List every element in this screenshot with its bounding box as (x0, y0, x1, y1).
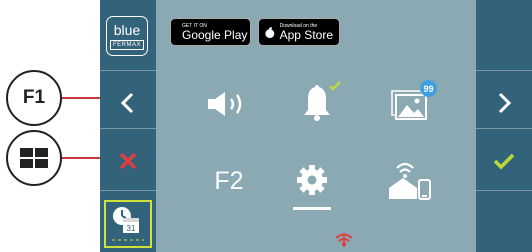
chevron-left-icon (120, 92, 134, 114)
chevron-right-icon (498, 92, 512, 114)
wifi-icon (335, 233, 353, 247)
volume-button[interactable] (203, 86, 253, 122)
google-play-badge[interactable]: GET IT ON Google Play (170, 18, 251, 46)
left-sidebar: blue FERMAX 31 (100, 0, 156, 252)
gear-icon (297, 165, 327, 195)
close-icon (119, 152, 137, 170)
calendar-day: 31 (127, 224, 136, 233)
divider (100, 128, 156, 129)
apple-icon (265, 26, 275, 38)
monitor-screen: blue FERMAX 31 GET IT ON Google Play Dow… (100, 0, 532, 252)
f1-physical-button[interactable]: F1 (6, 70, 62, 126)
bell-icon (304, 81, 341, 121)
cancel-button[interactable] (100, 136, 156, 186)
previous-button[interactable] (100, 78, 156, 128)
smart-home-icon (389, 162, 431, 200)
fermax-blue-logo: blue FERMAX (106, 16, 148, 56)
right-sidebar (476, 0, 532, 252)
confirm-button[interactable] (476, 136, 532, 186)
next-button[interactable] (476, 78, 532, 128)
wifi-status (334, 232, 354, 248)
divider (100, 190, 156, 191)
check-icon (493, 153, 515, 170)
speaker-icon (208, 92, 242, 116)
app-store-badge[interactable]: Download on the App Store (258, 18, 340, 46)
bell-check-mark (329, 81, 341, 91)
divider (476, 190, 532, 191)
settings-button[interactable] (296, 162, 328, 198)
divider (476, 128, 532, 129)
agenda-button[interactable]: 31 (104, 200, 152, 248)
divider (476, 70, 532, 71)
gallery-count-badge: 99 (420, 80, 437, 97)
menu-leader-line (62, 157, 100, 159)
f1-leader-line (62, 97, 100, 99)
grid-icon (20, 148, 48, 168)
f2-button[interactable]: F2 (205, 166, 253, 196)
logo-script-text: blue (113, 21, 141, 38)
selection-underline (293, 207, 331, 210)
divider (100, 70, 156, 71)
smart-home-button[interactable] (387, 160, 433, 200)
google-play-label: Google Play (182, 27, 248, 42)
menu-physical-button[interactable] (6, 130, 62, 186)
do-not-disturb-button[interactable] (296, 78, 346, 126)
calendar-clock-icon: 31 (112, 207, 144, 241)
app-store-label: App Store (279, 27, 333, 42)
logo-brand-text: FERMAX (109, 39, 144, 50)
